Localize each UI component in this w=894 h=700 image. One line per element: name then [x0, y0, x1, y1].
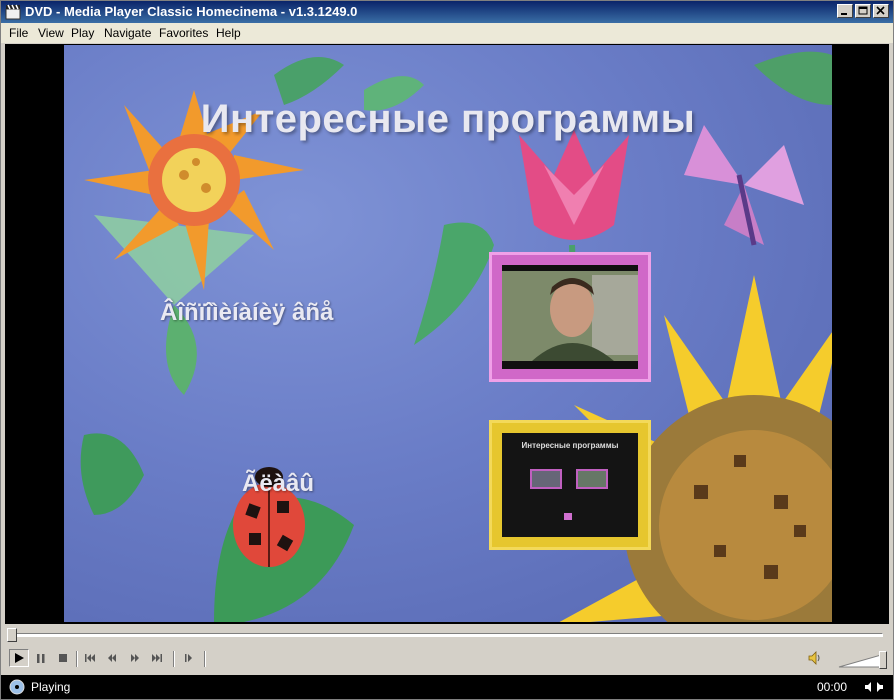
menu-play[interactable]: Play [71, 26, 94, 40]
dvd-menu-scene: Интересные программы Âîñïîìèíàíèÿ âñå Ãë… [64, 45, 832, 622]
volume-icon [808, 651, 820, 665]
volume-slider[interactable] [837, 651, 887, 669]
next-button[interactable] [147, 649, 167, 667]
separator [76, 651, 78, 667]
mini-menu-cursor [564, 513, 572, 520]
playback-status: Playing [31, 680, 71, 694]
dvd-menu-option-1[interactable]: Âîñïîìèíàíèÿ âñå [160, 299, 333, 327]
previous-button[interactable] [80, 649, 100, 667]
mini-menu-title: Интересные программы [521, 441, 619, 450]
maximize-icon [858, 6, 868, 15]
play-button[interactable] [9, 649, 29, 667]
dvd-menu-thumbnail-1[interactable] [489, 252, 651, 382]
status-bar: Playing 00:00 [1, 675, 893, 699]
mini-menu-preview: Интересные программы [502, 433, 638, 537]
film-clapper-icon [5, 4, 21, 20]
menu-favorites[interactable]: Favorites [159, 26, 208, 40]
video-display[interactable]: Интересные программы Âîñïîìèíàíèÿ âñå Ãë… [5, 44, 889, 624]
stop-icon [59, 654, 67, 662]
mini-thumb-2 [576, 469, 608, 489]
separator [173, 651, 175, 667]
seek-thumb[interactable] [7, 628, 17, 642]
maximize-button[interactable] [855, 4, 871, 18]
dvd-menu-title: Интересные программы [200, 97, 696, 141]
menu-bar: File View Play Navigate Favorites Help [1, 23, 893, 43]
dvd-menu-thumbnail-2[interactable]: Интересные программы [489, 420, 651, 550]
seek-bar[interactable] [1, 625, 893, 645]
video-preview-image [502, 265, 638, 369]
seek-track[interactable] [7, 633, 883, 637]
menu-navigate[interactable]: Navigate [104, 26, 151, 40]
skip-forward-icon [152, 654, 162, 662]
fast-forward-icon [131, 654, 139, 662]
mini-thumb-1 [530, 469, 562, 489]
pause-icon [37, 654, 45, 663]
volume-thumb[interactable] [879, 651, 887, 669]
menu-help[interactable]: Help [216, 26, 241, 40]
dvd-menu-option-2[interactable]: Ãëàâû [242, 470, 314, 498]
time-display: 00:00 [816, 680, 847, 694]
window-controls [837, 4, 889, 18]
play-icon [15, 653, 24, 663]
close-icon [876, 6, 885, 15]
close-button[interactable] [873, 4, 889, 18]
menu-file[interactable]: File [9, 26, 28, 40]
mute-button[interactable] [805, 649, 825, 667]
separator [204, 651, 206, 667]
frame-step-icon [185, 654, 192, 662]
player-window: DVD - Media Player Classic Homecinema - … [0, 0, 894, 700]
minimize-icon [841, 13, 847, 15]
disc-icon [9, 679, 25, 695]
rewind-icon [108, 654, 116, 662]
window-title: DVD - Media Player Classic Homecinema - … [25, 4, 358, 19]
fast-forward-button[interactable] [125, 649, 145, 667]
audio-channels-icon [865, 682, 883, 692]
playback-controls [1, 645, 893, 673]
title-bar[interactable]: DVD - Media Player Classic Homecinema - … [1, 1, 893, 23]
menu-view[interactable]: View [38, 26, 64, 40]
minimize-button[interactable] [837, 4, 853, 18]
rewind-button[interactable] [102, 649, 122, 667]
pause-button[interactable] [31, 649, 51, 667]
skip-back-icon [85, 654, 95, 662]
frame-step-button[interactable] [179, 649, 199, 667]
stop-button[interactable] [53, 649, 73, 667]
